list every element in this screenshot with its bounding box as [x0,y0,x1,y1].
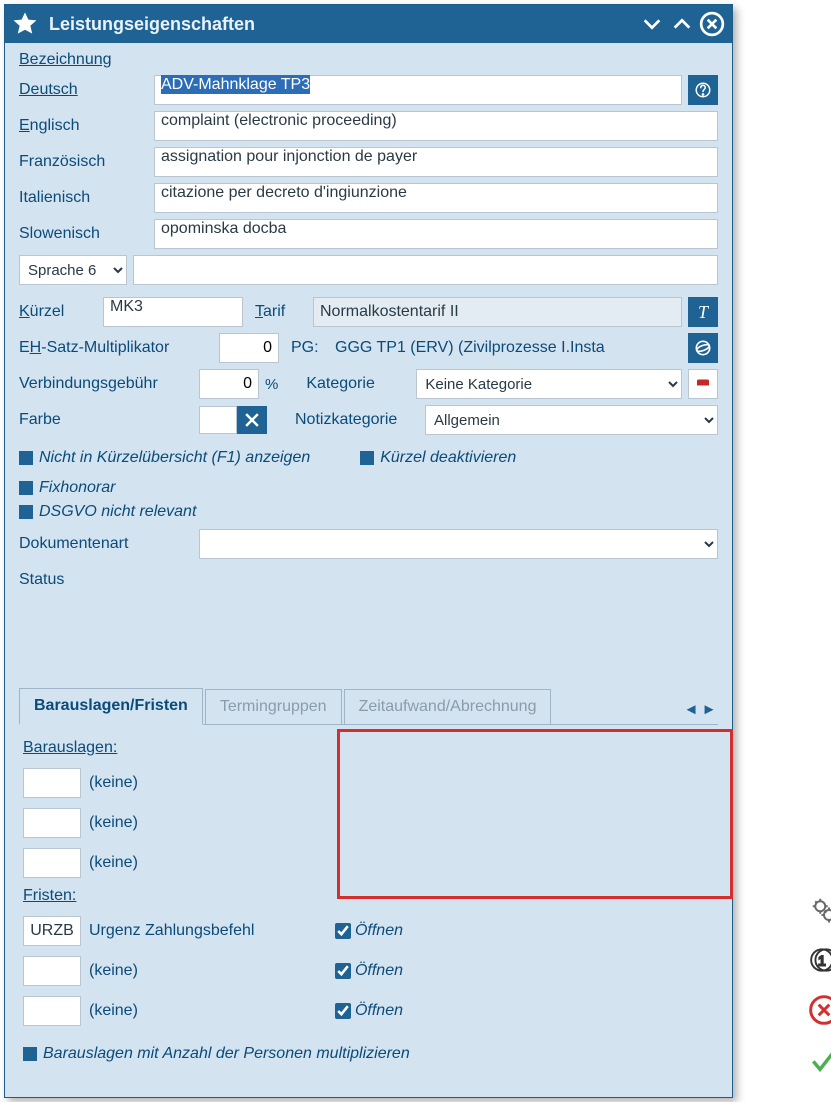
input-deutsch[interactable]: ADV-Mahnklage TP3 [154,75,682,105]
frist-text-1: Urgenz Zahlungsbefehl [89,922,335,940]
baraus-code-1[interactable] [23,768,81,798]
label-verbindungsgebuehr: Verbindungsgebühr [19,375,199,393]
input-italienisch[interactable]: citazione per decreto d'ingiunzione [154,183,718,213]
baraus-text-2: (keine) [89,814,333,832]
frist-text-3: (keine) [89,1002,335,1020]
baraus-code-2[interactable] [23,808,81,838]
close-button[interactable] [698,10,726,38]
window-title: Leistungseigenschaften [49,14,638,35]
star-icon [11,10,39,38]
chevron-down-button[interactable] [638,10,666,38]
chk-baraus-multiplizieren[interactable]: Barauslagen mit Anzahl der Personen mult… [23,1045,714,1063]
chk-dsgvo[interactable]: DSGVO nicht relevant [19,503,718,521]
cancel-icon[interactable] [806,992,831,1028]
input-sprache6[interactable] [133,255,718,285]
label-englisch: Englisch [19,117,154,135]
label-franzoesisch: Französisch [19,153,154,171]
label-deutsch: Deutsch [19,81,154,99]
tarif-button[interactable]: T [688,297,718,327]
frist-open-1[interactable]: Öffnen [335,922,403,940]
frist-code-2[interactable] [23,956,81,986]
label-tarif: Tarif [255,303,313,321]
chk-deaktivieren[interactable]: Kürzel deaktivieren [360,449,516,467]
label-notizkategorie: Notizkategorie [295,411,425,429]
label-slowenisch: Slowenisch [19,225,154,243]
label-eh: EH-Satz-Multiplikator [19,339,219,357]
titlebar: Leistungseigenschaften [5,5,732,43]
label-dokumentenart: Dokumentenart [19,535,199,553]
svg-text:1: 1 [818,952,826,968]
label-kuerzel: Kürzel [19,303,103,321]
unit-percent: % [265,376,278,393]
chk-nicht-anzeigen[interactable]: Nicht in Kürzelübersicht (F1) anzeigen [19,449,310,467]
select-notizkategorie[interactable]: Allgemein [425,405,718,435]
label-fristen: Fristen: [23,887,403,905]
select-sprache6[interactable]: Sprache 6 [19,255,127,285]
baraus-code-3[interactable] [23,848,81,878]
input-eh[interactable] [219,333,279,363]
gears-icon[interactable] [806,892,831,928]
input-slowenisch[interactable]: opominska docba [154,219,718,249]
label-italienisch: Italienisch [19,189,154,207]
tab-scroll-left[interactable]: ◄ [682,698,700,720]
input-franzoesisch[interactable]: assignation pour injonction de payer [154,147,718,177]
input-englisch[interactable]: complaint (electronic proceeding) [154,111,718,141]
tab-barauslagen-fristen[interactable]: Barauslagen/Fristen [19,688,203,725]
kategorie-icon-button[interactable] [688,369,718,399]
select-dokumentenart[interactable] [199,529,718,559]
label-barauslagen: Barauslagen: [23,739,333,757]
input-verbindungsgebuehr[interactable] [199,369,259,399]
clear-color-button[interactable] [237,406,267,434]
section-bezeichnung: Bezeichnung [19,51,112,69]
select-kategorie[interactable]: Keine Kategorie [416,369,682,399]
help-button[interactable] [688,75,718,105]
highlight-box [337,729,733,899]
baraus-text-1: (keine) [89,774,333,792]
label-pg: PG: [291,339,335,357]
frist-text-2: (keine) [89,962,335,980]
sidebar-actions: 1 [806,892,831,1078]
tab-content: Barauslagen: (keine) (keine) (keine) Fri… [19,725,718,1083]
label-status: Status [19,571,199,589]
tab-zeitaufwand[interactable]: Zeitaufwand/Abrechnung [344,689,552,724]
input-tarif[interactable]: Normalkostentarif II [313,297,682,327]
value-pg: GGG TP1 (ERV) (Zivilprozesse I.Insta [335,339,682,357]
frist-code-3[interactable] [23,996,81,1026]
tab-bar: Barauslagen/Fristen Termingruppen Zeitau… [19,687,718,725]
frist-open-3[interactable]: Öffnen [335,1002,403,1020]
confirm-icon[interactable] [806,1042,831,1078]
count-badge-icon[interactable]: 1 [806,942,831,978]
chk-fixhonorar[interactable]: Fixhonorar [19,479,718,497]
color-swatch[interactable] [199,406,237,434]
tab-scroll-right[interactable]: ► [700,698,718,720]
frist-open-2[interactable]: Öffnen [335,962,403,980]
frist-code-1[interactable]: URZB [23,916,81,946]
label-farbe: Farbe [19,411,199,429]
leistungseigenschaften-window: Leistungseigenschaften Bezeichnung Deuts… [4,4,733,1098]
baraus-text-3: (keine) [89,854,333,872]
tab-termingruppen[interactable]: Termingruppen [205,689,342,724]
input-kuerzel[interactable]: MK3 [103,297,243,327]
label-kategorie: Kategorie [306,375,416,393]
ie-icon-button[interactable] [688,333,718,363]
chevron-up-button[interactable] [668,10,696,38]
